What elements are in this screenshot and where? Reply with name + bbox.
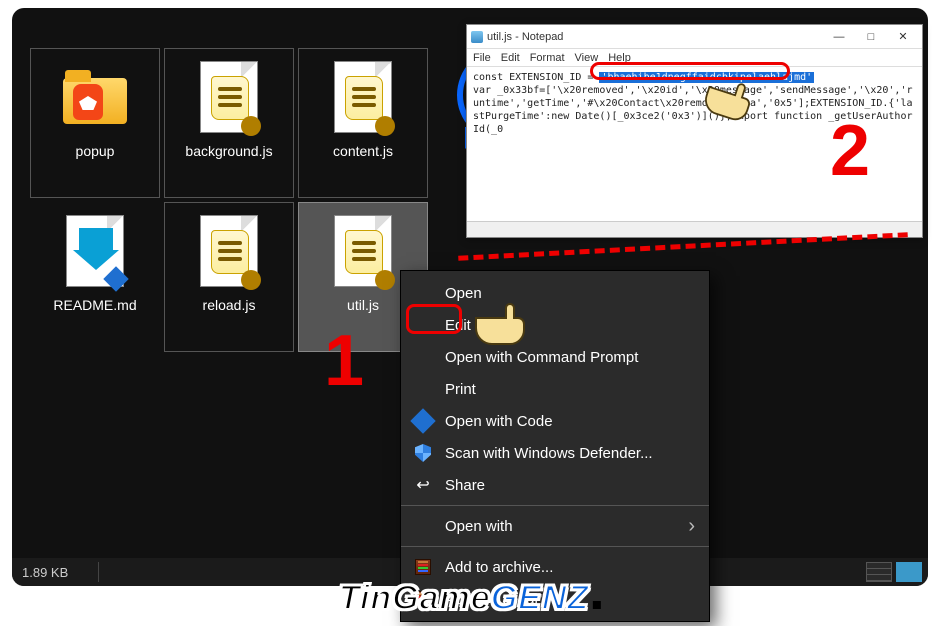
context-menu: Open Edit Open with Command Prompt Print…	[400, 270, 710, 622]
folder-popup[interactable]: popup	[30, 48, 160, 198]
menu-format[interactable]: Format	[530, 52, 565, 64]
ctx-edit[interactable]: Edit	[401, 309, 709, 341]
file-readme-md[interactable]: README.md	[30, 202, 160, 352]
notepad-titlebar[interactable]: util.js - Notepad — □ ✕	[467, 25, 922, 49]
annotation-number-2: 2	[830, 110, 870, 192]
ctx-print[interactable]: Print	[401, 373, 709, 405]
window-close-button[interactable]: ✕	[888, 28, 918, 46]
vscode-icon	[413, 411, 433, 431]
shield-icon	[413, 443, 433, 463]
file-label: background.js	[185, 143, 272, 159]
file-background-js[interactable]: background.js	[164, 48, 294, 198]
notepad-menubar: File Edit Format View Help	[467, 49, 922, 67]
js-file-icon	[200, 215, 258, 287]
watermark-logo: TinGame GENZ	[339, 579, 601, 618]
ctx-open-with-code[interactable]: Open with Code	[401, 405, 709, 437]
watermark-text-1: TinGame	[339, 579, 491, 618]
status-divider	[98, 562, 99, 582]
view-icons-toggle[interactable]	[896, 562, 922, 582]
code-line-prefix: const EXTENSION_ID =	[473, 72, 599, 83]
ctx-separator	[401, 546, 709, 547]
watermark-dot-icon	[593, 601, 601, 609]
menu-edit[interactable]: Edit	[501, 52, 520, 64]
share-icon: ↪	[413, 475, 433, 495]
js-file-icon	[200, 61, 258, 133]
annotation-number-1: 1	[324, 320, 364, 402]
view-details-toggle[interactable]	[866, 562, 892, 582]
notepad-icon	[471, 31, 483, 43]
file-label: README.md	[53, 297, 136, 313]
ctx-share[interactable]: ↪Share	[401, 469, 709, 501]
status-file-size: 1.89 KB	[12, 565, 98, 580]
ctx-open[interactable]: Open	[401, 277, 709, 309]
file-label: reload.js	[203, 297, 256, 313]
notepad-title: util.js - Notepad	[487, 31, 563, 43]
ctx-scan-defender[interactable]: Scan with Windows Defender...	[401, 437, 709, 469]
file-content-js[interactable]: content.js	[298, 48, 428, 198]
file-label: util.js	[347, 297, 379, 313]
ctx-separator	[401, 505, 709, 506]
menu-file[interactable]: File	[473, 52, 491, 64]
ctx-open-with[interactable]: Open with	[401, 510, 709, 542]
window-minimize-button[interactable]: —	[824, 28, 854, 46]
pointing-hand-icon	[472, 296, 536, 350]
archive-icon	[413, 557, 433, 577]
file-label: popup	[76, 143, 115, 159]
menu-help[interactable]: Help	[608, 52, 631, 64]
file-label: content.js	[333, 143, 393, 159]
watermark-text-2: GENZ	[491, 579, 589, 618]
folder-icon	[63, 70, 127, 124]
window-maximize-button[interactable]: □	[856, 28, 886, 46]
ctx-open-cmd[interactable]: Open with Command Prompt	[401, 341, 709, 373]
file-reload-js[interactable]: reload.js	[164, 202, 294, 352]
markdown-file-icon	[66, 215, 124, 287]
menu-view[interactable]: View	[575, 52, 599, 64]
js-file-icon	[334, 61, 392, 133]
js-file-icon	[334, 215, 392, 287]
